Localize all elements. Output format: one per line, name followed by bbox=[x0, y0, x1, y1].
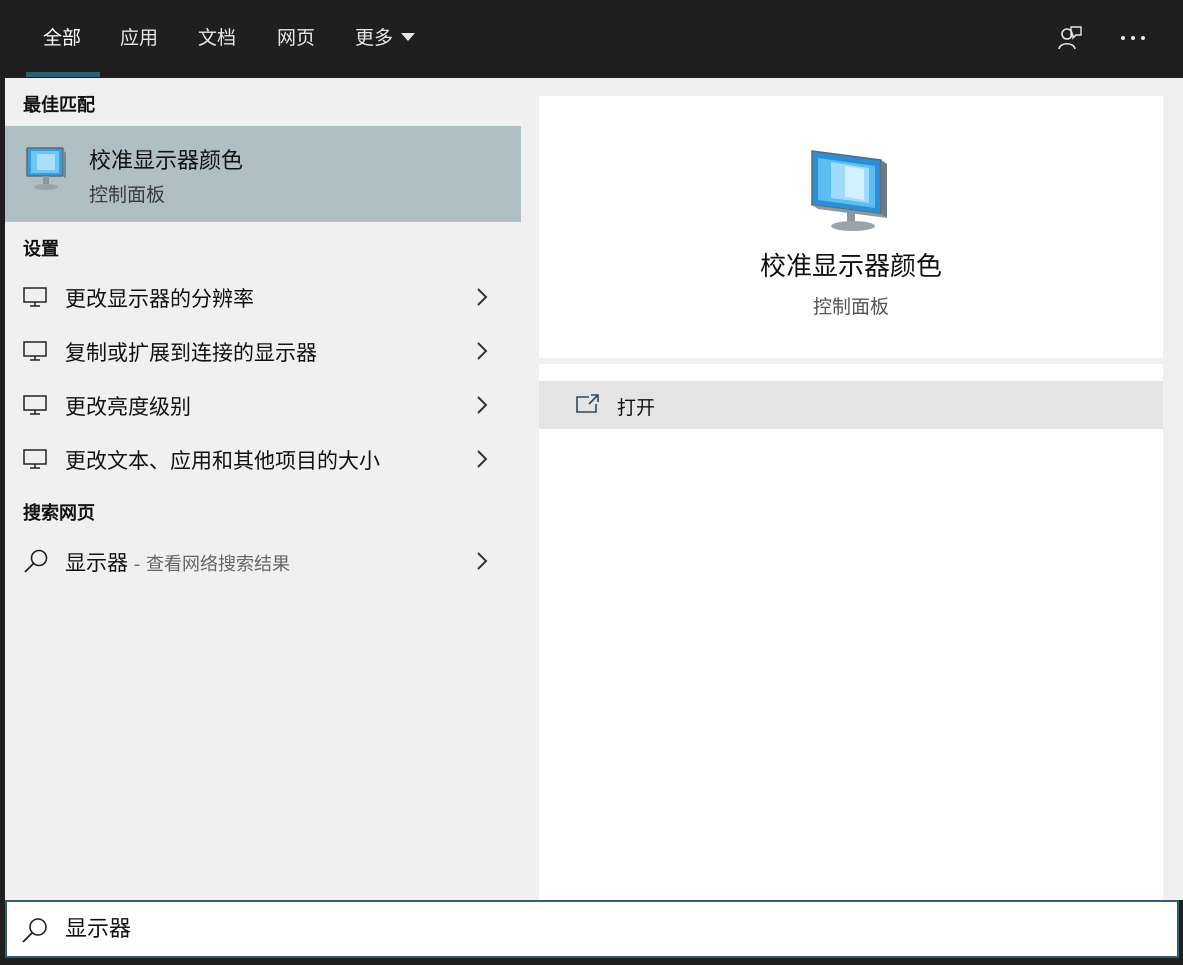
chevron-right-icon[interactable] bbox=[475, 286, 489, 312]
more-options-icon[interactable] bbox=[1118, 20, 1148, 56]
search-icon bbox=[23, 548, 49, 578]
settings-item-label: 更改显示器的分辨率 bbox=[65, 287, 254, 311]
web-search-header: 搜索网页 bbox=[23, 503, 95, 524]
tab-web[interactable]: 网页 bbox=[277, 0, 315, 78]
best-match-title: 校准显示器颜色 bbox=[89, 149, 244, 174]
display-icon bbox=[23, 340, 47, 366]
chevron-right-icon[interactable] bbox=[475, 550, 489, 576]
feedback-icon[interactable] bbox=[1055, 20, 1085, 56]
preview-pane: 校准显示器颜色 控制面板 打开 bbox=[521, 78, 1183, 900]
best-match-subtitle: 控制面板 bbox=[89, 184, 166, 206]
monitor-color-icon bbox=[809, 148, 891, 238]
web-search-label: 显示器 - 查看网络搜索结果 bbox=[65, 547, 290, 577]
search-icon bbox=[21, 916, 49, 948]
web-search-hint: - 查看网络搜索结果 bbox=[128, 554, 290, 575]
tab-label: 网页 bbox=[277, 27, 316, 49]
preview-title: 校准显示器颜色 bbox=[759, 252, 942, 282]
search-box[interactable] bbox=[5, 900, 1179, 958]
settings-header: 设置 bbox=[23, 239, 59, 260]
tab-documents[interactable]: 文档 bbox=[198, 0, 236, 78]
monitor-color-icon bbox=[25, 146, 67, 196]
display-icon bbox=[23, 286, 47, 312]
settings-item-label: 复制或扩展到连接的显示器 bbox=[65, 341, 317, 365]
settings-item-duplicate-extend[interactable]: 复制或扩展到连接的显示器 bbox=[5, 325, 521, 379]
settings-item-text-size[interactable]: 更改文本、应用和其他项目的大小 bbox=[5, 433, 521, 487]
windows-search-panel: 全部 应用 文档 网页 更多 最佳匹配 校准显示器颜色 控制面板 设置 更改显示… bbox=[0, 0, 1183, 965]
tab-label: 文档 bbox=[198, 27, 237, 49]
tab-more[interactable]: 更多 bbox=[355, 0, 416, 78]
settings-item-label: 更改亮度级别 bbox=[65, 395, 191, 419]
chevron-right-icon[interactable] bbox=[475, 340, 489, 366]
best-match-item[interactable]: 校准显示器颜色 控制面板 bbox=[5, 126, 521, 222]
tab-apps[interactable]: 应用 bbox=[120, 0, 158, 78]
settings-item-brightness[interactable]: 更改亮度级别 bbox=[5, 379, 521, 433]
tab-label: 更多 bbox=[355, 27, 394, 49]
open-button[interactable]: 打开 bbox=[539, 381, 1163, 429]
actions-list: 打开 bbox=[539, 364, 1163, 900]
display-icon bbox=[23, 394, 47, 420]
active-tab-indicator bbox=[26, 72, 100, 77]
web-search-query: 显示器 bbox=[65, 551, 128, 575]
best-match-header: 最佳匹配 bbox=[23, 95, 95, 116]
results-list: 最佳匹配 校准显示器颜色 控制面板 设置 更改显示器的分辨率 复制或扩展到连接的… bbox=[5, 78, 521, 900]
tab-label: 应用 bbox=[120, 27, 159, 49]
preview-subtitle: 控制面板 bbox=[812, 296, 889, 318]
open-external-icon bbox=[575, 393, 601, 419]
search-filter-bar: 全部 应用 文档 网页 更多 bbox=[0, 0, 1183, 78]
preview-card: 校准显示器颜色 控制面板 bbox=[539, 96, 1163, 358]
settings-item-label: 更改文本、应用和其他项目的大小 bbox=[65, 449, 380, 473]
search-input[interactable] bbox=[65, 914, 965, 939]
tab-all[interactable]: 全部 bbox=[43, 0, 81, 78]
display-icon bbox=[23, 448, 47, 474]
open-label: 打开 bbox=[617, 397, 656, 419]
caret-down-icon bbox=[401, 32, 416, 41]
web-search-item[interactable]: 显示器 - 查看网络搜索结果 bbox=[5, 535, 521, 589]
chevron-right-icon[interactable] bbox=[475, 448, 489, 474]
chevron-right-icon[interactable] bbox=[475, 394, 489, 420]
tab-label: 全部 bbox=[43, 27, 82, 49]
settings-item-resolution[interactable]: 更改显示器的分辨率 bbox=[5, 271, 521, 325]
